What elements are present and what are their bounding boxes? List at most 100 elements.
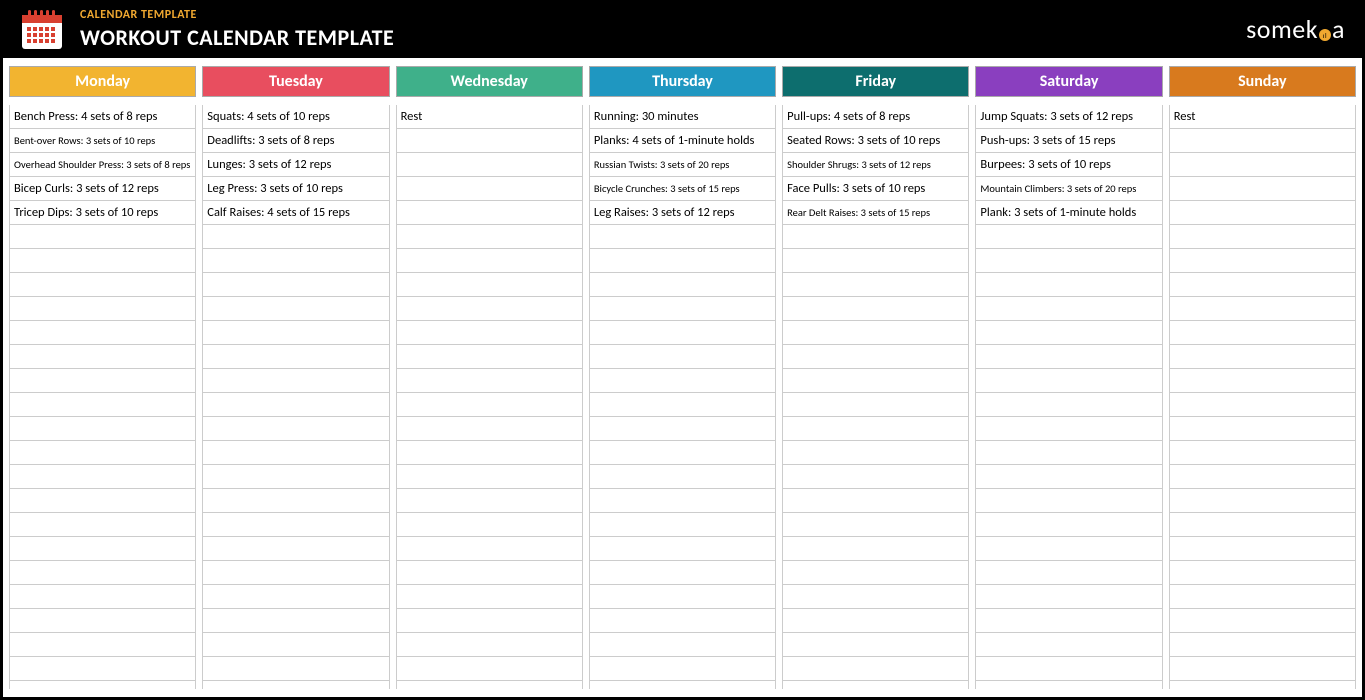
workout-cell[interactable]	[10, 369, 195, 393]
workout-cell[interactable]: Pull-ups: 4 sets of 8 reps	[783, 105, 968, 129]
workout-cell[interactable]	[976, 633, 1161, 657]
workout-cell[interactable]	[783, 369, 968, 393]
workout-cell[interactable]	[203, 225, 388, 249]
workout-cell[interactable]	[203, 657, 388, 681]
workout-cell[interactable]	[783, 393, 968, 417]
workout-cell[interactable]: Deadlifts: 3 sets of 8 reps	[203, 129, 388, 153]
workout-cell[interactable]	[783, 465, 968, 489]
workout-cell[interactable]	[976, 393, 1161, 417]
workout-cell[interactable]	[397, 657, 582, 681]
workout-cell[interactable]	[397, 393, 582, 417]
workout-cell[interactable]	[1170, 321, 1355, 345]
workout-cell[interactable]	[976, 321, 1161, 345]
workout-cell[interactable]	[976, 489, 1161, 513]
workout-cell[interactable]	[976, 657, 1161, 681]
workout-cell[interactable]	[397, 417, 582, 441]
workout-cell[interactable]	[203, 585, 388, 609]
workout-cell[interactable]	[590, 633, 775, 657]
workout-cell[interactable]	[397, 345, 582, 369]
workout-cell[interactable]	[590, 225, 775, 249]
workout-cell[interactable]	[10, 465, 195, 489]
workout-cell[interactable]	[397, 129, 582, 153]
workout-cell[interactable]	[976, 225, 1161, 249]
workout-cell[interactable]	[203, 345, 388, 369]
workout-cell[interactable]	[397, 513, 582, 537]
workout-cell[interactable]	[976, 297, 1161, 321]
workout-cell[interactable]	[590, 513, 775, 537]
workout-cell[interactable]	[783, 585, 968, 609]
workout-cell[interactable]	[10, 249, 195, 273]
workout-cell[interactable]	[203, 369, 388, 393]
workout-cell[interactable]	[397, 321, 582, 345]
workout-cell[interactable]	[783, 249, 968, 273]
workout-cell[interactable]	[976, 249, 1161, 273]
workout-cell[interactable]	[590, 657, 775, 681]
workout-cell[interactable]	[10, 321, 195, 345]
workout-cell[interactable]	[397, 273, 582, 297]
workout-cell[interactable]	[590, 249, 775, 273]
workout-cell[interactable]: Rear Delt Raises: 3 sets of 15 reps	[783, 201, 968, 225]
workout-cell[interactable]	[590, 417, 775, 441]
workout-cell[interactable]	[10, 489, 195, 513]
workout-cell[interactable]	[397, 585, 582, 609]
workout-cell[interactable]	[783, 417, 968, 441]
workout-cell[interactable]	[397, 153, 582, 177]
workout-cell[interactable]	[1170, 585, 1355, 609]
workout-cell[interactable]	[1170, 441, 1355, 465]
workout-cell[interactable]	[10, 441, 195, 465]
workout-cell[interactable]	[10, 609, 195, 633]
workout-cell[interactable]	[203, 273, 388, 297]
workout-cell[interactable]	[783, 633, 968, 657]
workout-cell[interactable]	[203, 465, 388, 489]
workout-cell[interactable]	[1170, 273, 1355, 297]
workout-cell[interactable]: Plank: 3 sets of 1-minute holds	[976, 201, 1161, 225]
workout-cell[interactable]: Burpees: 3 sets of 10 reps	[976, 153, 1161, 177]
workout-cell[interactable]	[397, 561, 582, 585]
workout-cell[interactable]	[976, 345, 1161, 369]
workout-cell[interactable]	[203, 441, 388, 465]
workout-cell[interactable]	[976, 609, 1161, 633]
workout-cell[interactable]	[590, 561, 775, 585]
workout-cell[interactable]	[397, 441, 582, 465]
workout-cell[interactable]	[783, 489, 968, 513]
workout-cell[interactable]	[590, 585, 775, 609]
workout-cell[interactable]	[10, 273, 195, 297]
workout-cell[interactable]: Push-ups: 3 sets of 15 reps	[976, 129, 1161, 153]
workout-cell[interactable]	[1170, 393, 1355, 417]
workout-cell[interactable]	[10, 657, 195, 681]
workout-cell[interactable]	[590, 441, 775, 465]
workout-cell[interactable]	[203, 513, 388, 537]
workout-cell[interactable]	[10, 393, 195, 417]
workout-cell[interactable]	[10, 417, 195, 441]
workout-cell[interactable]	[783, 297, 968, 321]
workout-cell[interactable]	[203, 561, 388, 585]
workout-cell[interactable]	[976, 585, 1161, 609]
workout-cell[interactable]	[590, 537, 775, 561]
workout-cell[interactable]	[10, 225, 195, 249]
workout-cell[interactable]	[1170, 657, 1355, 681]
workout-cell[interactable]	[10, 345, 195, 369]
workout-cell[interactable]	[203, 249, 388, 273]
workout-cell[interactable]	[783, 513, 968, 537]
workout-cell[interactable]	[10, 585, 195, 609]
workout-cell[interactable]: Leg Raises: 3 sets of 12 reps	[590, 201, 775, 225]
workout-cell[interactable]	[1170, 249, 1355, 273]
workout-cell[interactable]	[203, 321, 388, 345]
workout-cell[interactable]	[783, 225, 968, 249]
workout-cell[interactable]	[590, 273, 775, 297]
workout-cell[interactable]	[783, 345, 968, 369]
workout-cell[interactable]	[10, 633, 195, 657]
workout-cell[interactable]: Jump Squats: 3 sets of 12 reps	[976, 105, 1161, 129]
workout-cell[interactable]	[1170, 345, 1355, 369]
workout-cell[interactable]	[1170, 297, 1355, 321]
workout-cell[interactable]	[783, 561, 968, 585]
workout-cell[interactable]: Lunges: 3 sets of 12 reps	[203, 153, 388, 177]
workout-cell[interactable]: Bench Press: 4 sets of 8 reps	[10, 105, 195, 129]
workout-cell[interactable]	[976, 441, 1161, 465]
workout-cell[interactable]: Running: 30 minutes	[590, 105, 775, 129]
workout-cell[interactable]	[397, 633, 582, 657]
workout-cell[interactable]: Bicycle Crunches: 3 sets of 15 reps	[590, 177, 775, 201]
workout-cell[interactable]: Calf Raises: 4 sets of 15 reps	[203, 201, 388, 225]
workout-cell[interactable]: Shoulder Shrugs: 3 sets of 12 reps	[783, 153, 968, 177]
workout-cell[interactable]	[397, 537, 582, 561]
